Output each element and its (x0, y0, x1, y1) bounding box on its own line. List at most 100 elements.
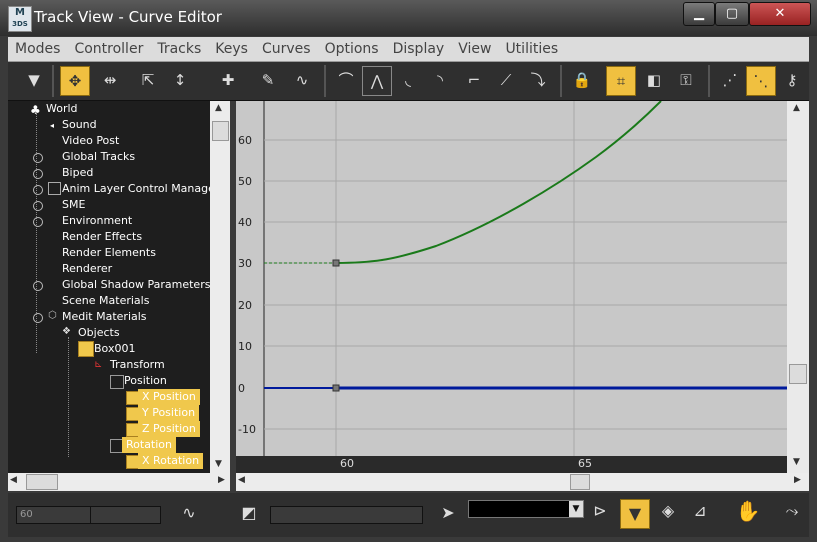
time-ruler[interactable]: 60 65 (236, 456, 787, 473)
snap-frames-icon[interactable]: ⌗ (606, 66, 636, 96)
scale-keys-icon[interactable]: ⇱ (134, 66, 162, 94)
scroll-left-icon[interactable]: ◀ (10, 475, 17, 485)
selection-set-dropdown[interactable]: ▼ (468, 500, 584, 518)
menu-view[interactable]: View (451, 37, 498, 61)
show-tangents-icon[interactable]: ⋱ (746, 66, 776, 96)
filter-icon[interactable]: ▼ (20, 66, 48, 94)
close-button[interactable]: ✕ (749, 2, 811, 26)
tree-item-render-effects[interactable]: Render Effects (62, 229, 142, 245)
tree-item-environment[interactable]: Environment (62, 213, 132, 229)
scroll-right-icon[interactable]: ▶ (218, 475, 225, 485)
menu-tracks[interactable]: Tracks (150, 37, 208, 61)
show-all-tangents-icon[interactable]: ⋰ (716, 66, 744, 94)
tree-item-x-position[interactable]: X Position (138, 389, 200, 405)
menu-controller[interactable]: Controller (67, 37, 150, 61)
menu-options[interactable]: Options (318, 37, 386, 61)
graph-vertical-scrollbar[interactable]: ▲ ▼ (787, 101, 809, 473)
minimize-button[interactable]: ▁ (683, 2, 715, 26)
key-stats-icon[interactable]: ∿ (174, 503, 204, 522)
set-tangents-fast-icon[interactable]: ◟ (394, 66, 422, 94)
title-bar[interactable]: M 3DS Track View - Curve Editor ▁ ▢ ✕ (0, 0, 817, 36)
tree-item-biped[interactable]: Biped (62, 165, 93, 181)
menu-display[interactable]: Display (386, 37, 452, 61)
chevron-down-icon[interactable]: ▼ (569, 501, 583, 517)
maximize-button[interactable]: ▢ (715, 2, 749, 26)
graph-horizontal-scrollbar[interactable]: ◀ ▶ (236, 473, 809, 491)
expand-circle-icon[interactable] (33, 185, 43, 195)
tree-item-render-elements[interactable]: Render Elements (62, 245, 156, 261)
scroll-up-icon[interactable]: ▲ (215, 103, 222, 113)
scale-values-icon[interactable]: ↕ (166, 66, 194, 94)
expand-circle-icon[interactable] (33, 217, 43, 227)
frame-field[interactable]: 60 (16, 506, 91, 524)
expand-circle-icon[interactable] (33, 169, 43, 179)
tree-item-renderer[interactable]: Renderer (62, 261, 112, 277)
filter-selected-icon[interactable]: ⊳ (586, 501, 614, 520)
scroll-down-icon[interactable]: ▼ (215, 459, 222, 469)
tree-item-y-position[interactable]: Y Position (138, 405, 200, 421)
set-tangents-slow-icon[interactable]: ◝ (426, 66, 454, 94)
tree-item-scene-materials[interactable]: Scene Materials (62, 293, 149, 309)
tree-item-box001[interactable]: Box001 (94, 341, 135, 357)
menu-utilities[interactable]: Utilities (498, 37, 565, 61)
scroll-right-icon[interactable]: ▶ (794, 475, 801, 485)
tree-item-sound[interactable]: Sound (62, 117, 97, 133)
value-field[interactable] (90, 506, 161, 524)
scroll-down-icon[interactable]: ▼ (793, 457, 800, 467)
zoom-region-icon[interactable]: ◩ (234, 503, 264, 522)
tree-hscroll-thumb[interactable] (26, 474, 58, 490)
menu-curves[interactable]: Curves (255, 37, 318, 61)
tree-item-rotation[interactable]: Rotation (122, 437, 177, 453)
tree-item-position[interactable]: Position (124, 373, 167, 389)
add-keys-icon[interactable]: ✚ (214, 66, 242, 94)
tree-item-sme[interactable]: SME (62, 197, 85, 213)
parameter-out-of-range-icon[interactable]: ◧ (640, 66, 668, 94)
set-tangents-custom-icon[interactable]: ⋀ (362, 66, 392, 96)
show-keyable-icons-icon[interactable]: ⚿ (672, 66, 700, 94)
green-curve[interactable] (335, 101, 662, 264)
lock-selection-icon[interactable]: 🔒 (568, 66, 596, 94)
scroll-up-icon[interactable]: ▲ (793, 103, 800, 113)
pan-icon[interactable]: ✋ (734, 499, 762, 523)
blue-curve-key[interactable] (332, 384, 340, 392)
tree-item-objects[interactable]: Objects (78, 325, 120, 341)
expand-circle-icon[interactable] (33, 313, 43, 323)
tree-horizontal-scrollbar[interactable]: ◀ ▶ (8, 473, 230, 491)
draw-curves-icon[interactable]: ✎ (254, 66, 282, 94)
expand-circle-icon[interactable] (33, 281, 43, 291)
menu-modes[interactable]: Modes (8, 37, 67, 61)
expand-circle-icon[interactable] (33, 153, 43, 163)
tree-item-x-rotation[interactable]: X Rotation (138, 453, 204, 469)
tree-scroll-thumb[interactable] (212, 121, 229, 141)
expand-circle-icon[interactable] (33, 201, 43, 211)
lock-tangents-icon[interactable]: ⚷ (778, 66, 806, 94)
tree-item-video-post[interactable]: Video Post (62, 133, 119, 149)
select-cursor-icon[interactable]: ➤ (438, 503, 458, 522)
graph-scroll-thumb[interactable] (789, 364, 807, 384)
set-tangents-smooth-icon[interactable]: ⤵ (524, 66, 552, 94)
move-keys-icon[interactable]: ✥ (60, 66, 90, 96)
zoom-icon[interactable]: ⤳ (778, 501, 806, 521)
tree-vertical-scrollbar[interactable]: ▲ ▼ (210, 101, 230, 473)
tree-item-global-tracks[interactable]: Global Tracks (62, 149, 135, 165)
tree-item-z-position[interactable]: Z Position (138, 421, 200, 437)
graph-hscroll-thumb[interactable] (570, 474, 590, 490)
scroll-left-icon[interactable]: ◀ (238, 475, 245, 485)
set-tangents-step-icon[interactable]: ⌐ (460, 66, 488, 94)
curve-graph[interactable]: 60 50 40 30 20 10 0 -10 (236, 101, 787, 456)
slide-keys-icon[interactable]: ⇹ (96, 66, 124, 94)
filter-tracks-icon[interactable]: ◈ (654, 501, 682, 520)
menu-keys[interactable]: Keys (208, 37, 255, 61)
isolate-curve-icon[interactable]: ▼ (620, 499, 650, 529)
reduce-keys-icon[interactable]: ∿ (288, 66, 316, 94)
set-tangents-auto-icon[interactable]: ⌒ (332, 66, 360, 94)
tree-item-global-shadow-parameters[interactable]: Global Shadow Parameters (62, 277, 210, 293)
green-curve-key[interactable] (332, 259, 340, 267)
tree-item-medit-materials[interactable]: Medit Materials (62, 309, 147, 325)
curve-graph-canvas[interactable] (236, 101, 787, 456)
tree-item-anim-layer-control-manager[interactable]: Anim Layer Control Manager (62, 181, 219, 197)
unlock-icon[interactable]: ⊿ (686, 501, 714, 520)
track-name-field[interactable] (270, 506, 423, 524)
tree-item-transform[interactable]: Transform (110, 357, 165, 373)
tree-item-world[interactable]: World (46, 101, 78, 117)
